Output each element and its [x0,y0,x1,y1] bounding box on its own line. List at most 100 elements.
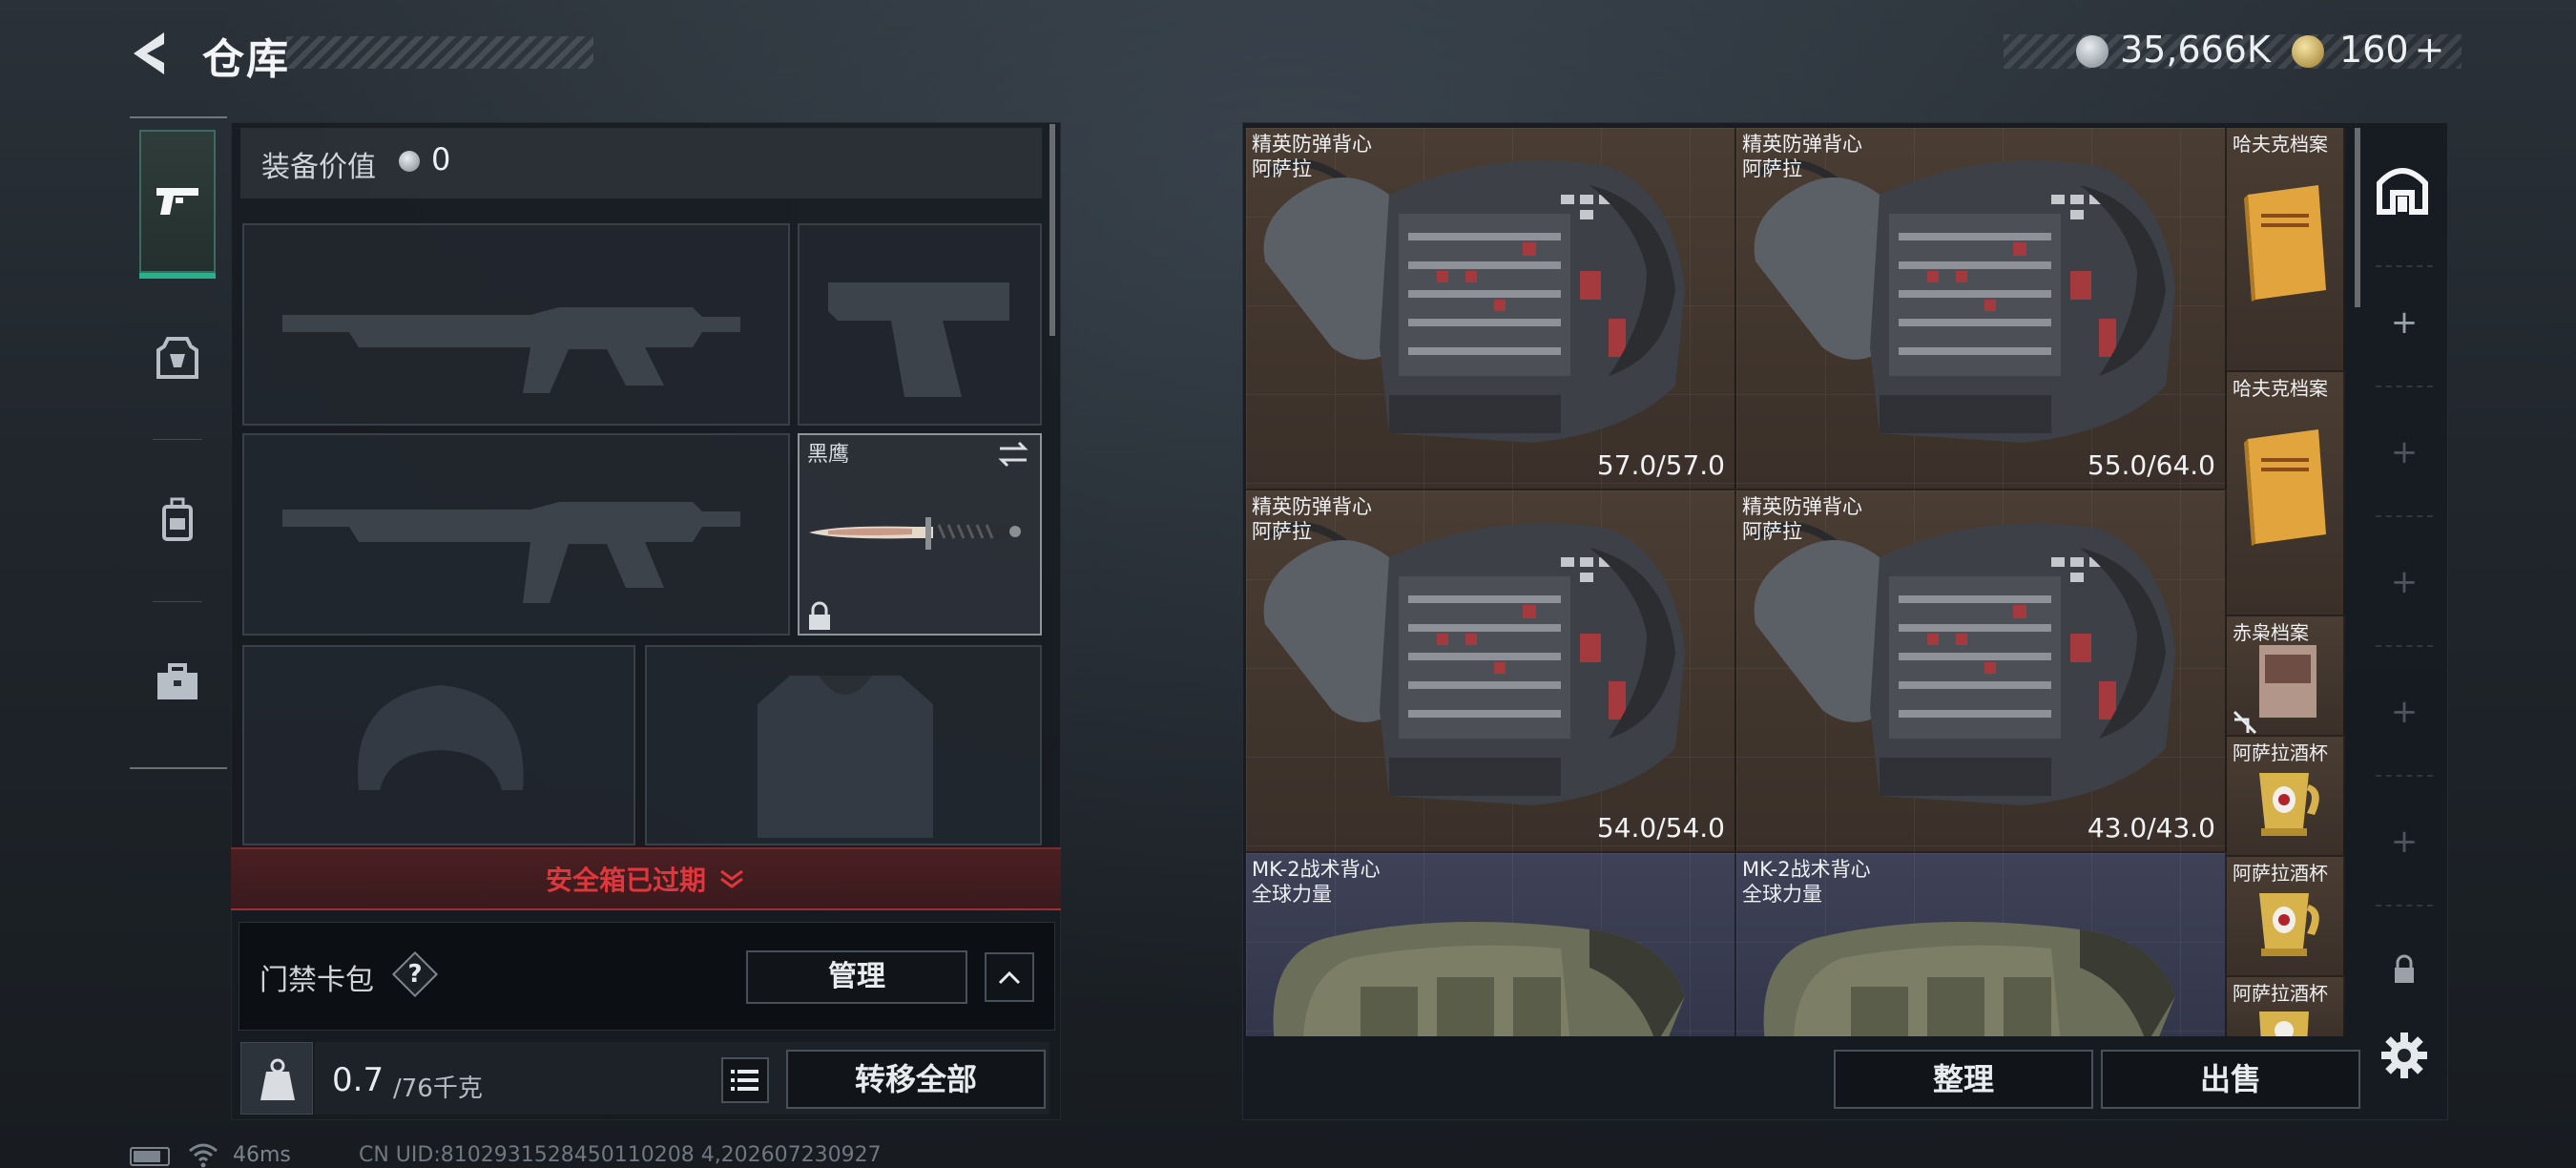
currency-secondary[interactable]: 160 + [2339,29,2444,71]
primary-weapon-slot-1[interactable] [242,223,790,426]
equipment-value-amount: 0 [431,141,451,177]
rail-separator [2376,645,2433,647]
double-chevron-down-icon [720,869,743,888]
storage-grid: 精英防弹背心 阿萨拉 57.0/57.0 精英防弹背心 阿萨拉 55.0/64.… [1246,128,2345,1036]
elite-vest-image [1753,159,2175,443]
item-durability: 57.0/57.0 [1596,449,1725,481]
item-name: MK-2战术背心 [1252,858,1381,881]
list-view-button[interactable] [721,1057,769,1103]
transfer-all-button[interactable]: 转移全部 [786,1050,1046,1109]
currency-primary: 35,666K [2120,29,2271,71]
melee-item-name: 黑鹰 [807,443,850,467]
storage-item[interactable]: 精英防弹背心 阿萨拉 57.0/57.0 [1246,128,1736,490]
tab-backpack[interactable] [139,448,216,592]
currency-secondary-amount: 160 [2339,29,2409,71]
equipment-scrollbar[interactable] [1049,124,1055,336]
swap-icon[interactable] [996,439,1030,469]
item-name: MK-2战术背心 [1742,858,1871,881]
add-storage-icon[interactable]: + [2385,563,2423,601]
storage-item[interactable]: 阿萨拉酒杯 [2227,977,2345,1036]
add-storage-icon[interactable]: + [2385,823,2423,861]
storage-item[interactable]: MK-2战术背心 全球力量 [1736,853,2227,1036]
helmet-silhouette-icon [358,685,524,790]
lock-icon[interactable] [2393,954,2416,985]
storage-item[interactable]: 阿萨拉酒杯 [2227,737,2345,857]
add-storage-icon[interactable]: + [2385,693,2423,731]
storage-item[interactable]: 阿萨拉酒杯 [2227,857,2345,977]
help-icon-glyph[interactable]: ? [399,956,431,992]
sort-button[interactable]: 整理 [1834,1050,2093,1109]
storage-item[interactable]: 哈夫克档案 [2227,128,2345,372]
silver-coin-icon [2076,35,2109,68]
tab-rail-bottom-border [130,767,227,769]
tab-rail-top-border [130,116,227,118]
item-name: 阿萨拉酒杯 [2233,741,2328,764]
rifle-silhouette-icon [282,307,740,393]
elite-vest-image [1753,522,2175,805]
equipment-value-label: 装备价值 [261,151,376,184]
primary-weapon-slot-2[interactable] [242,433,790,636]
rail-separator [2376,386,2433,387]
weight-icon-box [240,1042,313,1115]
safebox-status: 安全箱已过期 [545,865,706,896]
weight-icon [260,1058,295,1100]
storage-item[interactable]: 精英防弹背心 阿萨拉 54.0/54.0 [1246,490,1736,853]
tab-case[interactable] [139,611,216,754]
access-card-label: 门禁卡包 [260,964,374,997]
item-name: 精英防弹背心 [1252,133,1372,156]
pistol-silhouette-icon [828,282,1009,397]
item-brand: 全球力量 [1742,883,1822,906]
rail-separator [2376,905,2433,907]
currency-add-icon[interactable]: + [2415,29,2445,71]
body-armor-slot[interactable] [645,645,1042,845]
manage-button[interactable]: 管理 [746,950,967,1004]
item-durability: 54.0/54.0 [1596,812,1725,844]
backpack-icon [162,497,193,541]
tab-weapons[interactable] [139,130,216,273]
item-name: 阿萨拉酒杯 [2233,862,2328,885]
item-name: 精英防弹背心 [1252,495,1372,518]
add-storage-icon[interactable]: + [2385,303,2423,342]
title-decoration [286,36,593,69]
storage-item[interactable]: 精英防弹背心 阿萨拉 55.0/64.0 [1736,128,2227,490]
safebox-expired-banner[interactable]: 安全箱已过期 [231,847,1061,910]
helmet-slot[interactable] [242,645,635,845]
sell-button[interactable]: 出售 [2101,1050,2360,1109]
document-folder-image [2244,185,2326,302]
item-brand: 阿萨拉 [1252,157,1312,180]
item-name: 赤枭档案 [2233,621,2309,644]
vest-silhouette-icon [758,676,933,838]
storage-item[interactable]: 哈夫克档案 [2227,372,2345,616]
back-arrow-icon[interactable] [126,27,172,80]
safehouse-icon[interactable] [2372,158,2433,219]
wifi-icon [189,1143,218,1168]
item-name: 阿萨拉酒杯 [2233,982,2328,1005]
item-name: 精英防弹背心 [1742,495,1862,518]
storage-scrollbar[interactable] [2355,128,2360,307]
tab-armor[interactable] [139,286,216,429]
rail-separator [2376,775,2433,777]
ping-readout: 46ms [233,1143,291,1167]
pistol-icon [156,188,198,215]
elite-vest-image [1262,159,1685,443]
pistol-slot[interactable] [798,223,1042,426]
tab-active-indicator [139,273,216,279]
lock-icon [809,601,830,630]
document-folder-image [2244,429,2326,546]
storage-item[interactable]: MK-2战术背心 全球力量 [1246,853,1736,1036]
page-title: 仓库 [202,35,290,84]
item-durability: 43.0/43.0 [2087,812,2215,844]
gear-icon[interactable] [2379,1031,2429,1080]
tab-separator [153,601,202,602]
armor-icon [156,337,198,379]
battery-level [134,1151,160,1162]
item-name: 精英防弹背心 [1742,133,1862,156]
add-storage-icon[interactable]: + [2385,433,2423,471]
item-brand: 阿萨拉 [1742,520,1802,543]
collapse-button[interactable] [985,952,1034,1002]
storage-item[interactable]: 精英防弹背心 阿萨拉 43.0/43.0 [1736,490,2227,853]
storage-item[interactable]: 赤枭档案 [2227,616,2345,737]
weight-current: 0.7 [332,1061,384,1099]
user-uid: CN UID:8102931528450110208 4,20260723092… [359,1143,882,1167]
item-durability: 55.0/64.0 [2087,449,2215,481]
